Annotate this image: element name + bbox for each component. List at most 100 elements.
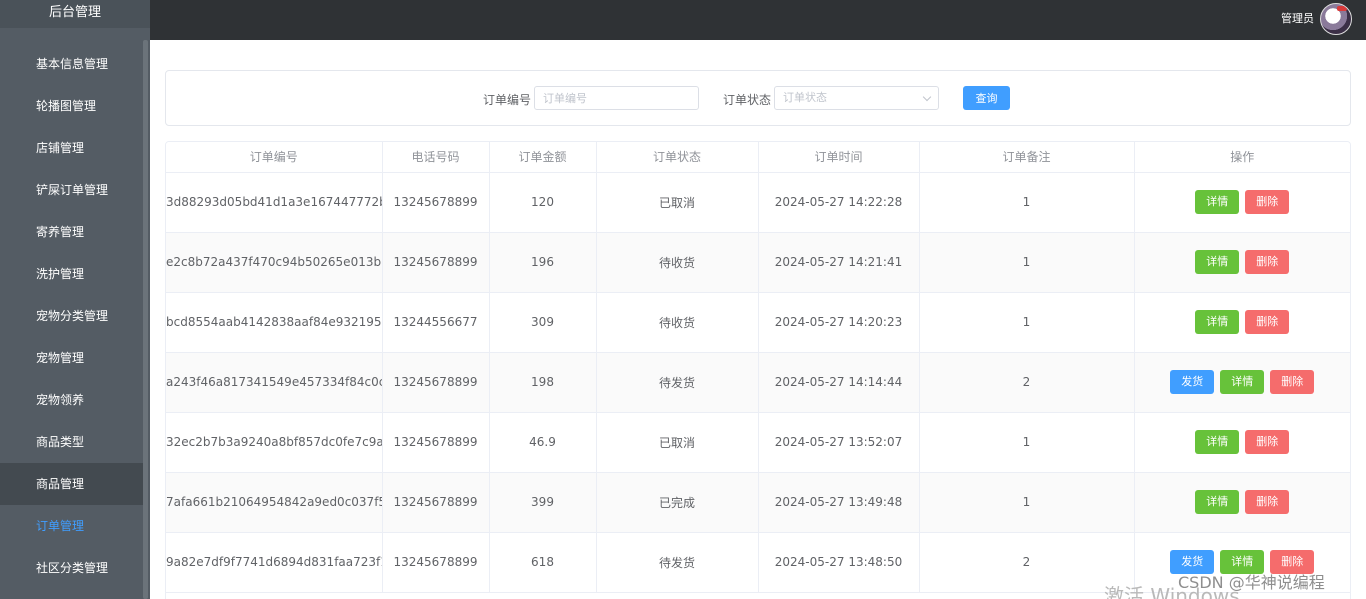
table-row: 32ec2b7b3a9240a8bf857dc0fe7c9abf 13245678…	[166, 412, 1350, 473]
cell-amount: 198	[489, 352, 597, 413]
detail-button[interactable]: 详情	[1195, 490, 1240, 514]
cell-time: 2024-05-27 14:14:44	[758, 352, 920, 413]
cell-amount: 399	[489, 472, 597, 533]
sidebar-menu: 基本信息管理 轮播图管理 店铺管理 铲屎订单管理 寄养管理 洗护管理 宠物分类管理 宠物管理宠…	[0, 43, 143, 589]
avatar[interactable]	[1320, 3, 1352, 35]
table-body: 3d88293d05bd41d1a3e167447772bfc6 13245678…	[166, 172, 1350, 593]
cell-time: 2024-05-27 14:22:28	[758, 172, 920, 233]
detail-button[interactable]: 详情	[1195, 250, 1240, 274]
table-row: a243f46a817341549e457334f84c0cbc 13245678…	[166, 352, 1350, 413]
column-header: 订单备注	[919, 142, 1135, 173]
sidebar-item[interactable]: 铲屎订单管理	[0, 169, 143, 211]
cell-phone: 13244556677	[382, 292, 490, 353]
delete-button[interactable]: 删除	[1245, 190, 1290, 214]
csdn-watermark: CSDN @华神说编程	[1178, 573, 1325, 592]
cell-order-no: 9a82e7df9f7741d6894d831faa723f1f	[166, 532, 383, 593]
cell-remark: 2	[919, 532, 1135, 593]
detail-button[interactable]: 详情	[1220, 370, 1265, 394]
cell-order-no: 32ec2b7b3a9240a8bf857dc0fe7c9abf	[166, 412, 383, 473]
cell-status: 待收货	[596, 232, 759, 293]
cell-remark: 1	[919, 232, 1135, 293]
delete-button[interactable]: 删除	[1245, 430, 1290, 454]
cell-order-no: a243f46a817341549e457334f84c0cbc	[166, 352, 383, 413]
sidebar-item[interactable]: 店铺管理	[0, 127, 143, 169]
cell-remark: 1	[919, 412, 1135, 473]
cell-status: 已取消	[596, 412, 759, 473]
sidebar-title: 后台管理	[0, 0, 150, 28]
cell-status: 待收货	[596, 292, 759, 353]
cell-time: 2024-05-27 14:20:23	[758, 292, 920, 353]
cell-time: 2024-05-27 13:48:50	[758, 532, 920, 593]
detail-button[interactable]: 详情	[1195, 430, 1240, 454]
cell-amount: 46.9	[489, 412, 597, 473]
cell-phone: 13245678899	[382, 172, 490, 233]
order-status-label: 订单状态	[723, 93, 772, 107]
cell-remark: 2	[919, 352, 1135, 413]
cell-time: 2024-05-27 13:52:07	[758, 412, 920, 473]
cell-status: 待发货	[596, 352, 759, 413]
ship-button[interactable]: 发货	[1170, 370, 1215, 394]
search-card: 订单编号 订单状态 订单状态 查询	[165, 70, 1351, 126]
cell-phone: 13245678899	[382, 472, 490, 533]
cell-phone: 13245678899	[382, 532, 490, 593]
order-status-placeholder: 订单状态	[783, 91, 827, 104]
sidebar-scrollbar[interactable]	[143, 40, 148, 599]
user-name[interactable]: 管理员	[1281, 10, 1314, 26]
sidebar-item[interactable]: 商品类型	[0, 421, 143, 463]
cell-status: 待发货	[596, 532, 759, 593]
column-header: 订单金额	[489, 142, 597, 173]
sidebar-item[interactable]: 洗护管理	[0, 253, 143, 295]
query-button[interactable]: 查询	[963, 86, 1010, 110]
cell-order-no: bcd8554aab4142838aaf84e932195ebb	[166, 292, 383, 353]
table-row: bcd8554aab4142838aaf84e932195ebb 13244556…	[166, 292, 1350, 353]
column-header: 订单编号	[166, 142, 383, 173]
column-header: 操作	[1134, 142, 1350, 173]
column-header: 订单时间	[758, 142, 920, 173]
cell-order-no: e2c8b72a437f470c94b50265e013b308	[166, 232, 383, 293]
delete-button[interactable]: 删除	[1245, 250, 1290, 274]
sidebar-item[interactable]: 社区分类管理	[0, 547, 143, 589]
cell-amount: 618	[489, 532, 597, 593]
orders-table: 订单编号 电话号码 订单金额 订单状态 订单时间 订单备注 操作 3d88293d05bd4…	[165, 141, 1351, 599]
cell-phone: 13245678899	[382, 352, 490, 413]
column-header: 订单状态	[596, 142, 759, 173]
sidebar-item[interactable]: 寄养管理	[0, 211, 143, 253]
cell-phone: 13245678899	[382, 412, 490, 473]
cell-remark: 1	[919, 472, 1135, 533]
cell-order-no: 7afa661b21064954842a9ed0c037f516	[166, 472, 383, 533]
cell-status: 已取消	[596, 172, 759, 233]
order-status-select[interactable]: 订单状态	[774, 86, 939, 110]
delete-button[interactable]: 删除	[1245, 310, 1290, 334]
table-row: e2c8b72a437f470c94b50265e013b308 13245678…	[166, 232, 1350, 293]
order-no-label: 订单编号	[483, 93, 532, 107]
delete-button[interactable]: 删除	[1270, 370, 1315, 394]
sidebar-item[interactable]: 订单管理	[0, 505, 143, 547]
cell-time: 2024-05-27 14:21:41	[758, 232, 920, 293]
sidebar-item[interactable]: 轮播图管理	[0, 85, 143, 127]
order-no-input[interactable]	[534, 86, 699, 110]
table-row: 3d88293d05bd41d1a3e167447772bfc6 13245678…	[166, 172, 1350, 233]
sidebar-item[interactable]: 基本信息管理	[0, 43, 143, 85]
delete-button[interactable]: 删除	[1245, 490, 1290, 514]
sidebar-item[interactable]: 商品管理	[0, 463, 143, 505]
top-header: 管理员	[150, 0, 1366, 40]
cell-amount: 196	[489, 232, 597, 293]
sidebar-item[interactable]: 宠物领养	[0, 379, 143, 421]
cell-actions: 发货 详情 删除	[1134, 352, 1350, 413]
cell-phone: 13245678899	[382, 232, 490, 293]
cell-actions: 详情 删除	[1134, 172, 1350, 233]
cell-actions: 详情 删除	[1134, 412, 1350, 473]
sidebar-item[interactable]: 宠物管理	[0, 337, 143, 379]
cell-order-no: 3d88293d05bd41d1a3e167447772bfc6	[166, 172, 383, 233]
cell-amount: 309	[489, 292, 597, 353]
column-header: 电话号码	[382, 142, 490, 173]
detail-button[interactable]: 详情	[1195, 190, 1240, 214]
table-row: 7afa661b21064954842a9ed0c037f516 13245678…	[166, 472, 1350, 533]
detail-button[interactable]: 详情	[1195, 310, 1240, 334]
sidebar: 后台管理 基本信息管理 轮播图管理 店铺管理 铲屎订单管理 寄养管理 洗护管理 宠物分类管理…	[0, 0, 150, 599]
cell-remark: 1	[919, 172, 1135, 233]
cell-actions: 详情 删除	[1134, 292, 1350, 353]
sidebar-item[interactable]: 宠物分类管理	[0, 295, 143, 337]
table-header-row: 订单编号 电话号码 订单金额 订单状态 订单时间 订单备注 操作	[166, 142, 1350, 173]
cell-remark: 1	[919, 292, 1135, 353]
